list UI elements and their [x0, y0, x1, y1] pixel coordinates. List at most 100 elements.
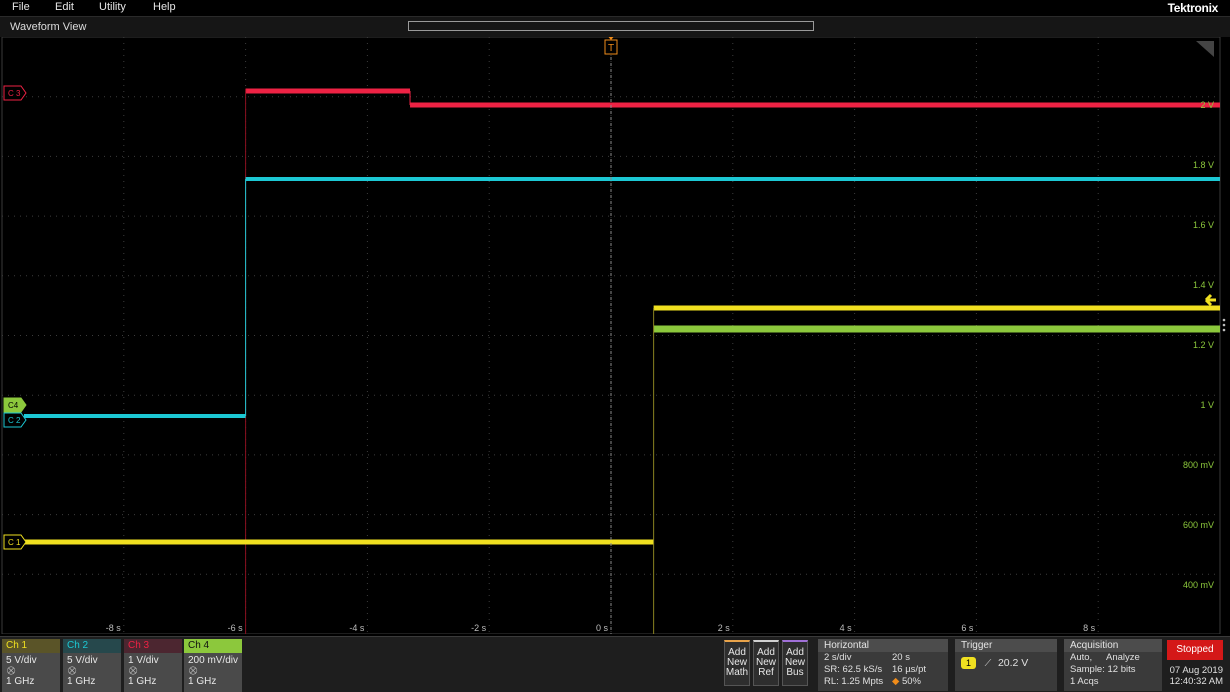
trigger-title: Trigger [955, 639, 1057, 652]
record-bar-frame [408, 21, 814, 31]
trigger-level: 20.2 V [997, 657, 1029, 669]
y-tick-label: 400 mV [1183, 580, 1214, 590]
x-tick-label: 2 s [718, 623, 731, 633]
x-tick-label: 0 s [596, 623, 609, 633]
acq-sample: Sample: 12 bits [1070, 664, 1136, 675]
ch1-vdiv: 5 V/div [6, 655, 37, 666]
ch3-vdiv: 1 V/div [128, 655, 159, 666]
ch1-marker: C 1 [3, 534, 27, 550]
menu-file[interactable]: File [12, 1, 30, 13]
more-options-icon [1222, 328, 1226, 332]
markers: C 3 C4 C 2 C 1 T [3, 37, 1226, 550]
probe-icon: ⛒ [189, 666, 198, 675]
trigger-label: T [608, 43, 614, 54]
acq-mode: Auto, [1070, 652, 1093, 663]
ch3-bandwidth: 1 GHz [128, 676, 157, 687]
y-tick-label: 600 mV [1183, 520, 1214, 530]
datetime: 07 Aug 2019 12:40:32 AM [1167, 665, 1223, 687]
record-length: RL: 1.25 Mpts [824, 676, 884, 687]
menu-bar: File Edit Utility Help Tektronix [0, 0, 1230, 16]
y-tick-label: 1.2 V [1193, 340, 1214, 350]
menu-edit[interactable]: Edit [55, 1, 74, 13]
time-per-point: 16 µs/pt [892, 664, 926, 675]
acquisition-panel[interactable]: Acquisition Auto, Analyze Sample: 12 bits… [1064, 639, 1162, 691]
y-tick-label: 2 V [1200, 100, 1214, 110]
y-tick-label: 1.4 V [1193, 280, 1214, 290]
trigger-position-marker: T [604, 37, 618, 55]
channel-marker-label: C 2 [8, 416, 21, 425]
record-duration: 20 s [892, 652, 910, 663]
ch3-marker: C 3 [3, 85, 27, 101]
x-tick-label: 4 s [840, 623, 853, 633]
ch3-trace [410, 102, 1220, 108]
channel-marker-label: C4 [8, 401, 19, 410]
horizontal-panel[interactable]: Horizontal 2 s/div 20 s SR: 62.5 kS/s 16 µ… [818, 639, 948, 691]
trigger-source: 1 [961, 657, 977, 669]
ch3-badge[interactable]: Ch 3 1 V/div ⛒ 1 GHz [124, 639, 182, 692]
menu-help[interactable]: Help [153, 1, 176, 13]
y-tick-label: 800 mV [1183, 460, 1214, 470]
math-label: Math [725, 667, 749, 678]
ch4-vdiv: 200 mV/div [188, 655, 239, 666]
add-new-math-button[interactable]: Add New Math [724, 640, 750, 686]
add-new-ref-button[interactable]: Add New Ref [753, 640, 779, 686]
run-stop-button[interactable]: Stopped [1167, 640, 1223, 660]
ch1-name: Ch 1 [2, 639, 60, 653]
ch4-bandwidth: 1 GHz [188, 676, 217, 687]
probe-icon: ⛒ [7, 666, 16, 675]
ref-label: Ref [758, 667, 774, 678]
x-tick-label: -8 s [106, 623, 122, 633]
ch1-bandwidth: 1 GHz [6, 676, 35, 687]
rising-edge-icon: ⟋ [984, 658, 992, 669]
probe-icon: ⛒ [129, 666, 138, 675]
position-icon: ◆ [892, 676, 900, 687]
date-text: 07 Aug 2019 [1169, 665, 1223, 676]
waveforms [24, 51, 1221, 634]
x-tick-label: -6 s [228, 623, 244, 633]
trigger-level-icon [1204, 293, 1216, 307]
y-tick-label: 1.6 V [1193, 220, 1214, 230]
ch1-badge[interactable]: Ch 1 5 V/div ⛒ 1 GHz [2, 639, 60, 692]
channel-marker-label: C 3 [8, 89, 21, 98]
ch3-name: Ch 3 [124, 639, 182, 653]
ch1-trace [653, 305, 1220, 311]
x-tick-label: 6 s [961, 623, 974, 633]
channel-marker-label: C 1 [8, 538, 21, 547]
time-text: 12:40:32 AM [1169, 676, 1223, 687]
settings-bar: Ch 1 5 V/div ⛒ 1 GHz Ch 2 5 V/div ⛒ 1 GH… [0, 636, 1230, 692]
ch2-name: Ch 2 [63, 639, 121, 653]
x-tick-label: -2 s [471, 623, 487, 633]
ch2-bandwidth: 1 GHz [67, 676, 96, 687]
ch2-vdiv: 5 V/div [67, 655, 98, 666]
add-new-bus-button[interactable]: Add New Bus [782, 640, 808, 686]
bus-label: Bus [786, 667, 804, 678]
horizontal-position: 50% [901, 676, 921, 687]
menu-utility[interactable]: Utility [99, 1, 126, 13]
sample-rate: SR: 62.5 kS/s [824, 664, 883, 675]
ch4-badge[interactable]: Ch 4 200 mV/div ⛒ 1 GHz [184, 639, 242, 692]
x-tick-label: -4 s [349, 623, 365, 633]
trigger-panel[interactable]: Trigger 1 ⟋ 20.2 V [955, 639, 1057, 691]
horizontal-title: Horizontal [818, 639, 948, 652]
y-tick-label: 1 V [1200, 400, 1214, 410]
acquisition-title: Acquisition [1064, 639, 1162, 652]
waveform-plot[interactable]: -8 s -6 s -4 s -2 s 0 s 2 s 4 s 6 s 8 s 2 V 1.8 V 1… [0, 37, 1230, 634]
ch3-trace [245, 88, 411, 94]
ch4-trace [653, 325, 1220, 333]
more-options-icon [1222, 318, 1226, 322]
ch2-trace [245, 177, 1221, 181]
more-options-icon [1222, 323, 1226, 327]
ch2-marker: C 2 [3, 412, 27, 428]
ch2-trace [24, 414, 246, 418]
acq-count: 1 Acqs [1070, 676, 1099, 687]
probe-icon: ⛒ [68, 666, 77, 675]
x-tick-label: 8 s [1083, 623, 1096, 633]
view-title: Waveform View [10, 21, 87, 33]
time-per-div: 2 s/div [824, 652, 852, 663]
ch2-badge[interactable]: Ch 2 5 V/div ⛒ 1 GHz [63, 639, 121, 692]
ch1-trace [24, 539, 654, 545]
y-tick-label: 1.8 V [1193, 160, 1214, 170]
brand-logo: Tektronix [1167, 1, 1219, 15]
ch4-name: Ch 4 [184, 639, 242, 653]
zoom-icon [1196, 41, 1214, 57]
